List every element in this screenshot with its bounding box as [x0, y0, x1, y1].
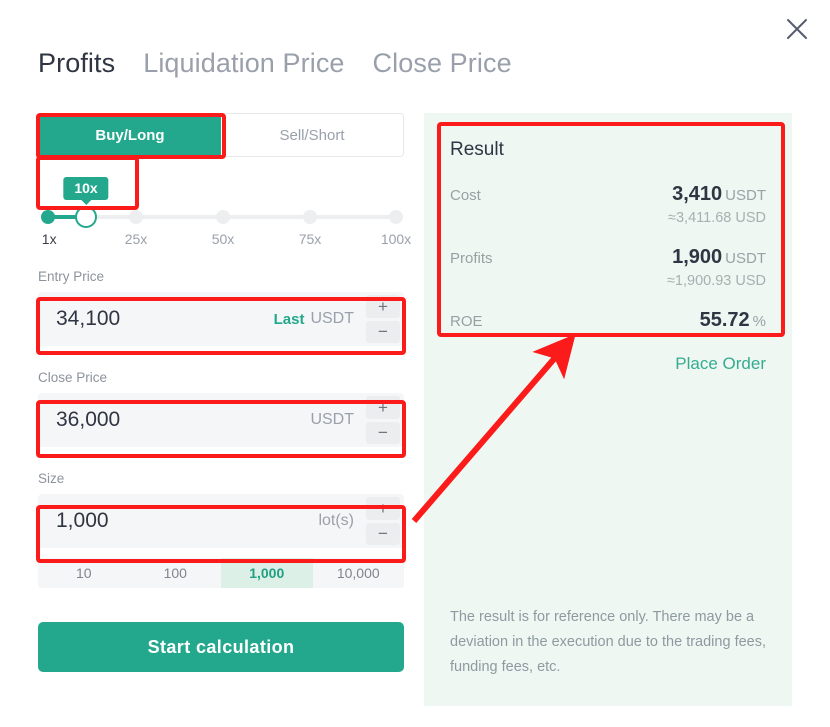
close-price-suffix: USDT [310, 393, 366, 447]
close-price-field: Close Price 36,000 USDT + − [38, 370, 404, 447]
size-decrement[interactable]: − [366, 522, 400, 545]
close-icon [787, 19, 807, 39]
result-cost-label: Cost [450, 187, 481, 204]
result-disclaimer: The result is for reference only. There … [450, 609, 766, 675]
size-quick-1000[interactable]: 1,000 [221, 558, 313, 588]
slider-dot-50x[interactable] [216, 210, 230, 224]
result-roe-row: ROE 55.72% [450, 309, 766, 332]
result-cost-unit: USDT [725, 187, 766, 204]
result-roe-value: 55.72 [699, 309, 750, 331]
size-label: Size [38, 471, 65, 486]
result-cost-approx: ≈3,411.68 USD [668, 210, 766, 226]
slider-dot-100x[interactable] [389, 210, 403, 224]
tab-liquidation-price[interactable]: Liquidation Price [143, 48, 344, 79]
tick-label-1x: 1x [41, 231, 57, 247]
size-quick-10[interactable]: 10 [38, 558, 130, 588]
calculator-dialog: Profits Liquidation Price Close Price Bu… [0, 0, 830, 727]
size-suffix: lot(s) [318, 494, 366, 548]
size-box[interactable]: 1,000 lot(s) + − [38, 494, 404, 548]
close-price-stepper: + − [366, 393, 404, 447]
close-button[interactable] [780, 12, 814, 46]
result-roe-unit: % [752, 313, 766, 330]
entry-price-increment[interactable]: + [366, 295, 400, 318]
result-cost-value-group: 3,410 USDT [672, 183, 766, 206]
entry-price-input[interactable]: 34,100 [38, 292, 274, 346]
close-price-label: Close Price [38, 370, 108, 385]
tick-label-75x: 75x [298, 231, 322, 247]
start-calculation-button[interactable]: Start calculation [38, 622, 404, 672]
result-profits-value: 1,900 [672, 246, 723, 268]
close-price-box[interactable]: 36,000 USDT + − [38, 393, 404, 447]
slider-tick-labels: 1x 25x 50x 75x 100x [38, 231, 411, 251]
result-content: Result Cost 3,410 USDT ≈3,411.68 USD Prof… [424, 113, 792, 332]
position-side-toggle: Buy/Long Sell/Short [38, 113, 404, 157]
slider-handle[interactable] [75, 206, 97, 228]
close-price-input[interactable]: 36,000 [38, 393, 310, 447]
size-quick-select: 10 100 1,000 10,000 [38, 558, 404, 588]
entry-price-field: Entry Price 34,100 Last USDT + − [38, 269, 404, 346]
result-profits-unit: USDT [725, 250, 766, 267]
close-price-increment[interactable]: + [366, 396, 400, 419]
result-profits-value-group: 1,900 USDT [672, 246, 766, 269]
close-price-unit: USDT [310, 411, 354, 428]
size-input[interactable]: 1,000 [38, 494, 318, 548]
size-unit: lot(s) [318, 512, 354, 529]
slider-dot-75x[interactable] [303, 210, 317, 224]
last-price-button[interactable]: Last [274, 311, 305, 328]
size-quick-10000[interactable]: 10,000 [313, 558, 405, 588]
result-title: Result [450, 139, 504, 160]
tab-bar: Profits Liquidation Price Close Price [38, 48, 512, 79]
entry-price-stepper: + − [366, 292, 404, 346]
close-price-decrement[interactable]: − [366, 421, 400, 444]
result-profits-label: Profits [450, 250, 493, 267]
buy-long-button[interactable]: Buy/Long [39, 114, 221, 156]
tab-profits[interactable]: Profits [38, 48, 115, 79]
size-quick-100[interactable]: 100 [130, 558, 222, 588]
entry-price-unit: USDT [310, 310, 354, 327]
result-cost-row: Cost 3,410 USDT [450, 183, 766, 206]
result-roe-label: ROE [450, 313, 483, 330]
sell-short-button[interactable]: Sell/Short [221, 114, 403, 156]
size-increment[interactable]: + [366, 497, 400, 520]
tab-close-price[interactable]: Close Price [373, 48, 512, 79]
result-profits-row: Profits 1,900 USDT [450, 246, 766, 269]
leverage-tooltip: 10x [63, 177, 109, 205]
entry-price-label: Entry Price [38, 269, 105, 284]
tick-label-50x: 50x [211, 231, 235, 247]
place-order-link[interactable]: Place Order [424, 354, 792, 374]
result-panel: Result Cost 3,410 USDT ≈3,411.68 USD Prof… [424, 113, 792, 706]
entry-price-box[interactable]: 34,100 Last USDT + − [38, 292, 404, 346]
size-field: Size 1,000 lot(s) + − 10 100 1,000 10,00… [38, 471, 404, 588]
slider-dot-25x[interactable] [129, 210, 143, 224]
tick-label-25x: 25x [124, 231, 148, 247]
leverage-slider[interactable]: 10x 1x 25x 50x 75x 100x [38, 177, 411, 247]
slider-dot-1x[interactable] [41, 210, 55, 224]
tick-label-100x: 100x [380, 231, 412, 247]
result-roe-value-group: 55.72% [700, 309, 766, 332]
size-stepper: + − [366, 494, 404, 548]
entry-price-decrement[interactable]: − [366, 320, 400, 343]
result-profits-approx: ≈1,900.93 USD [666, 273, 766, 289]
entry-price-suffix: Last USDT [274, 292, 366, 346]
calculator-form: Buy/Long Sell/Short 10x 1x 25x 50x 75x 1… [38, 113, 411, 672]
result-cost-value: 3,410 [672, 183, 723, 205]
